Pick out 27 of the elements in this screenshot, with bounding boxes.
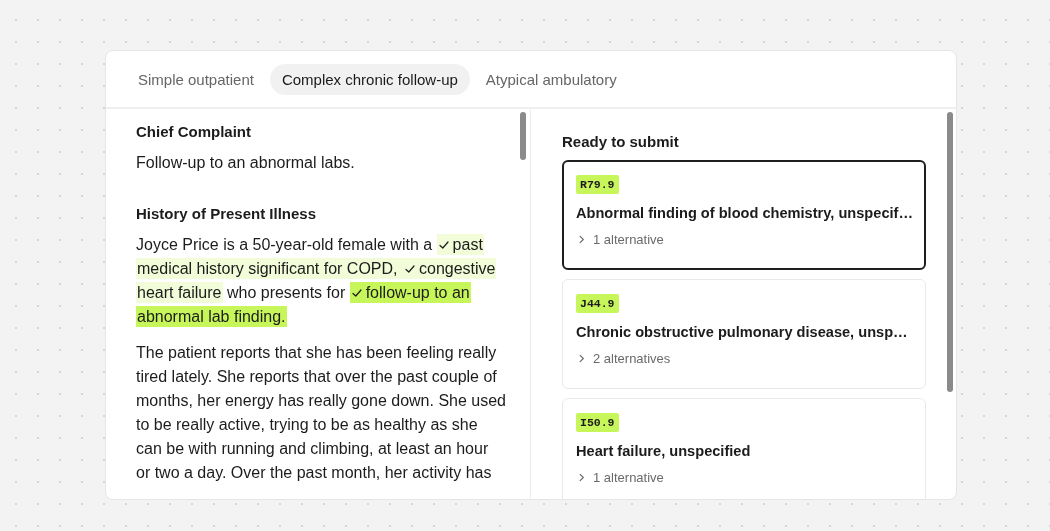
alternatives-link[interactable]: 1 alternative	[593, 470, 664, 485]
code-description: Heart failure, unspecified	[576, 443, 751, 459]
tab[interactable]: Simple outpatient	[126, 64, 266, 95]
check-icon	[437, 239, 450, 251]
code-tag: R79.9	[576, 175, 619, 194]
paragraph-text: who presents for	[225, 284, 347, 301]
tab[interactable]: Atypical ambulatory	[473, 64, 629, 95]
code-description: Chronic obstructive pulmonary disease, unsp…	[576, 324, 908, 340]
paragraph-text: The patient reports that she has been feeling really tired lately. She reports that over the past couple of months, her energy has really gone down. She used to be really active, trying to be as healthy as she can be with running and climbing, at least an hour or two a day. Over the past month, her activity has	[136, 344, 506, 481]
alternatives-link[interactable]: 1 alternative	[593, 232, 664, 247]
code-tag: I50.9	[576, 413, 619, 432]
paragraph-text: Follow-up to an abnormal labs.	[136, 154, 355, 171]
code-card[interactable]: I50.9 Heart failure, unspecified 1 alternative	[562, 398, 926, 499]
section-heading: History of Present Illness	[136, 205, 318, 222]
scrollbar-thumb[interactable]	[520, 112, 526, 160]
check-icon	[350, 287, 363, 299]
code-description: Abnormal finding of blood chemistry, unspecif…	[576, 205, 914, 221]
section-heading: Ready to submit	[562, 133, 680, 150]
code-card[interactable]: J44.9 Chronic obstructive pulmonary disease, unsp… 2 alternatives	[562, 279, 926, 389]
check-icon	[404, 263, 416, 275]
scrollbar-thumb[interactable]	[947, 112, 953, 392]
code-card[interactable]: R79.9 Abnormal finding of blood chemistry, unspecif… 1 alternative	[562, 160, 926, 270]
section-heading: Chief Complaint	[136, 123, 252, 140]
alternatives-link[interactable]: 2 alternatives	[593, 351, 671, 366]
code-tag: J44.9	[576, 294, 619, 313]
tab[interactable]: Complex chronic follow-up	[269, 64, 470, 95]
paragraph-text: Joyce Price is a 50-year-old female with a	[136, 236, 434, 253]
